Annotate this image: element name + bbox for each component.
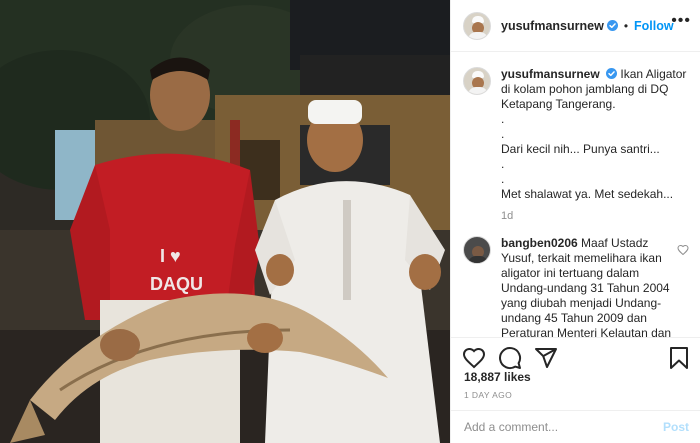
comment-body: Maaf Ustadz Yusuf, terkait memelihara ik… (501, 236, 672, 337)
more-options-icon[interactable]: ••• (671, 12, 691, 30)
caption-text: yusufmansurnew Ikan Aligator di kolam po… (501, 67, 689, 202)
separator-dot: • (623, 18, 629, 33)
caption-timestamp[interactable]: 1d (501, 210, 689, 222)
comment-input[interactable] (464, 420, 663, 434)
post-header: yusufmansurnew • Follow ••• (451, 0, 700, 52)
caption-line: . (501, 157, 505, 171)
caption-line: Dari kecil nih... Punya santri... (501, 142, 660, 156)
author-username[interactable]: yusufmansurnew (501, 19, 604, 33)
caption-line: . (501, 127, 505, 141)
add-comment-bar: Post (451, 410, 700, 443)
comments-area: yusufmansurnew Ikan Aligator di kolam po… (451, 53, 700, 337)
commenter-username[interactable]: bangben0206 (501, 236, 578, 250)
caption-avatar[interactable] (463, 67, 491, 95)
caption-line: Met shalawat ya. Met sedekah... (501, 187, 674, 201)
comment-text: bangben0206 Maaf Ustadz Yusuf, terkait m… (501, 236, 679, 337)
post-sidebar: yusufmansurnew • Follow ••• yusufmansurn… (450, 0, 700, 443)
follow-button[interactable]: Follow (634, 19, 674, 33)
photo-illustration: I ♥ DAQU (0, 0, 450, 443)
comment-row: bangben0206 Maaf Ustadz Yusuf, terkait m… (463, 236, 689, 337)
author-avatar[interactable] (463, 11, 491, 40)
verified-badge-icon (606, 20, 618, 31)
post-timestamp[interactable]: 1 DAY AGO (464, 390, 512, 400)
comment-like-heart-icon[interactable] (677, 244, 689, 256)
post-comment-button[interactable]: Post (663, 420, 689, 434)
post-photo[interactable]: I ♥ DAQU (0, 0, 450, 443)
verified-badge-icon (606, 68, 618, 79)
comment-icon[interactable] (498, 346, 522, 370)
svg-text:I ♥: I ♥ (160, 246, 181, 266)
bookmark-icon[interactable] (667, 346, 691, 370)
caption-row: yusufmansurnew Ikan Aligator di kolam po… (463, 67, 689, 202)
svg-text:DAQU: DAQU (150, 274, 203, 294)
caption-username[interactable]: yusufmansurnew (501, 67, 600, 81)
caption-line: . (501, 112, 505, 126)
likes-count[interactable]: 18,887 likes (464, 370, 531, 384)
share-icon[interactable] (534, 346, 558, 370)
caption-line: . (501, 172, 505, 186)
commenter-avatar[interactable] (463, 236, 491, 264)
heart-icon[interactable] (462, 346, 486, 370)
